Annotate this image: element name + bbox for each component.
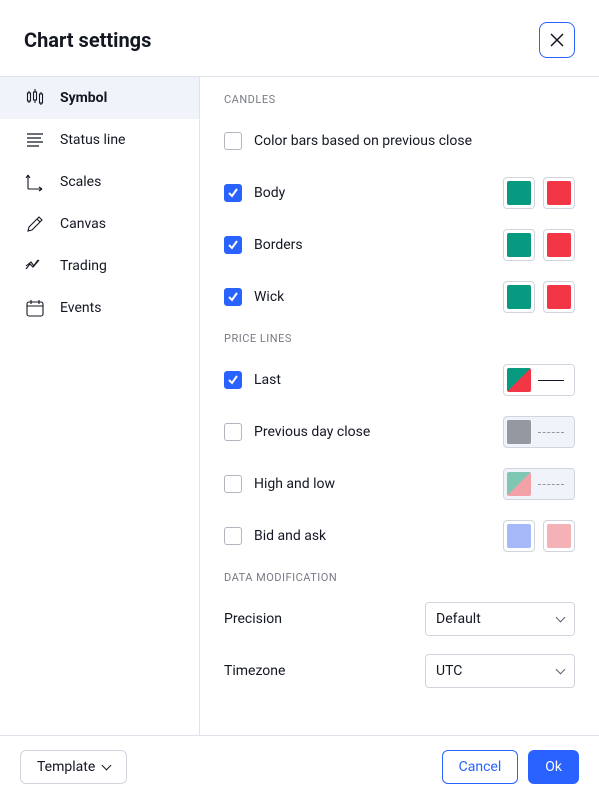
checkbox-color-on-prev-close[interactable] xyxy=(224,132,242,150)
checkbox-body[interactable] xyxy=(224,184,242,202)
checkbox-high-low[interactable] xyxy=(224,475,242,493)
row-bid-ask: Bid and ask xyxy=(224,519,575,553)
row-color-on-prev-close: Color bars based on previous close xyxy=(224,124,575,158)
section-data-mod-title: DATA MODIFICATION xyxy=(224,571,575,584)
chevron-down-icon xyxy=(556,613,566,623)
borders-down-color[interactable] xyxy=(543,229,575,261)
body-down-color[interactable] xyxy=(543,177,575,209)
chevron-down-icon xyxy=(102,761,112,771)
sidebar-item-label: Events xyxy=(60,300,101,316)
calendar-icon xyxy=(24,297,46,319)
sidebar-item-label: Status line xyxy=(60,132,125,148)
close-icon xyxy=(549,32,565,48)
last-line-style[interactable] xyxy=(503,364,575,396)
wick-down-color[interactable] xyxy=(543,281,575,313)
row-high-low: High and low xyxy=(224,467,575,501)
row-precision: Precision Default xyxy=(224,602,575,636)
checkbox-borders[interactable] xyxy=(224,236,242,254)
sidebar-item-trading[interactable]: Trading xyxy=(0,245,199,287)
checkbox-prev-close[interactable] xyxy=(224,423,242,441)
sidebar-item-canvas[interactable]: Canvas xyxy=(0,203,199,245)
template-button[interactable]: Template xyxy=(20,750,127,784)
label-borders: Borders xyxy=(254,237,303,253)
checkbox-wick[interactable] xyxy=(224,288,242,306)
sidebar-item-scales[interactable]: Scales xyxy=(0,161,199,203)
dialog-footer: Template Cancel Ok xyxy=(0,736,599,798)
high-low-line-style[interactable] xyxy=(503,468,575,500)
select-timezone-value: UTC xyxy=(436,663,462,679)
close-button[interactable] xyxy=(539,22,575,58)
label-color-on-prev-close: Color bars based on previous close xyxy=(254,133,472,149)
ok-button[interactable]: Ok xyxy=(528,750,579,784)
sidebar: Symbol Status line Scales xyxy=(0,77,200,735)
section-candles-title: CANDLES xyxy=(224,93,575,106)
row-borders: Borders xyxy=(224,228,575,262)
label-wick: Wick xyxy=(254,289,284,305)
label-high-low: High and low xyxy=(254,476,335,492)
ok-button-label: Ok xyxy=(545,759,562,775)
body-up-color[interactable] xyxy=(503,177,535,209)
chart-settings-dialog: Chart settings Symbol xyxy=(0,0,599,798)
wick-up-color[interactable] xyxy=(503,281,535,313)
label-bid-ask: Bid and ask xyxy=(254,528,326,544)
dialog-title: Chart settings xyxy=(24,28,151,52)
label-prev-close: Previous day close xyxy=(254,424,370,440)
ask-color[interactable] xyxy=(543,520,575,552)
row-prev-close: Previous day close xyxy=(224,415,575,449)
sidebar-item-label: Canvas xyxy=(60,216,106,232)
select-precision-value: Default xyxy=(436,611,481,627)
pencil-icon xyxy=(24,213,46,235)
bid-color[interactable] xyxy=(503,520,535,552)
scales-icon xyxy=(24,171,46,193)
checkbox-last[interactable] xyxy=(224,371,242,389)
candles-icon xyxy=(24,87,46,109)
label-body: Body xyxy=(254,185,285,201)
row-wick: Wick xyxy=(224,280,575,314)
checkbox-bid-ask[interactable] xyxy=(224,527,242,545)
sidebar-item-symbol[interactable]: Symbol xyxy=(0,77,199,119)
section-price-lines-title: PRICE LINES xyxy=(224,332,575,345)
trading-icon xyxy=(24,255,46,277)
row-body: Body xyxy=(224,176,575,210)
cancel-button[interactable]: Cancel xyxy=(442,750,519,784)
label-timezone: Timezone xyxy=(224,663,285,679)
borders-up-color[interactable] xyxy=(503,229,535,261)
settings-content: CANDLES Color bars based on previous clo… xyxy=(200,77,599,735)
dialog-body: Symbol Status line Scales xyxy=(0,76,599,736)
status-line-icon xyxy=(24,129,46,151)
select-precision[interactable]: Default xyxy=(425,602,575,636)
prev-close-line-style[interactable] xyxy=(503,416,575,448)
row-last: Last xyxy=(224,363,575,397)
sidebar-item-label: Symbol xyxy=(60,90,107,106)
select-timezone[interactable]: UTC xyxy=(425,654,575,688)
chevron-down-icon xyxy=(556,665,566,675)
label-precision: Precision xyxy=(224,611,282,627)
sidebar-item-label: Trading xyxy=(60,258,107,274)
sidebar-item-status-line[interactable]: Status line xyxy=(0,119,199,161)
template-button-label: Template xyxy=(37,759,95,775)
label-last: Last xyxy=(254,372,281,388)
sidebar-item-label: Scales xyxy=(60,174,101,190)
row-timezone: Timezone UTC xyxy=(224,654,575,688)
cancel-button-label: Cancel xyxy=(459,759,502,775)
dialog-header: Chart settings xyxy=(0,0,599,76)
sidebar-item-events[interactable]: Events xyxy=(0,287,199,329)
